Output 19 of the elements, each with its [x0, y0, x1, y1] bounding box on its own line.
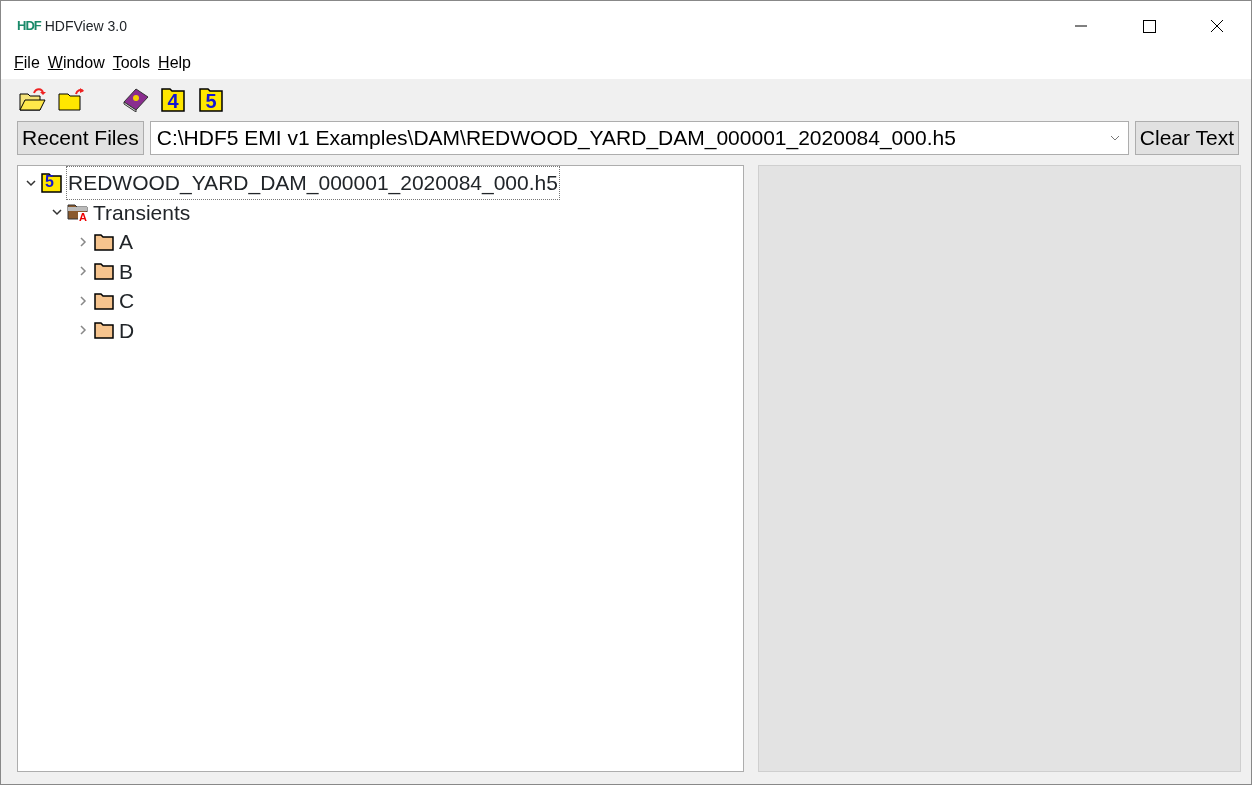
menu-item[interactable]: Window — [47, 51, 105, 75]
menu-item[interactable]: File — [14, 51, 40, 75]
tree-item[interactable]: D — [118, 314, 136, 346]
tree-item[interactable]: C — [118, 285, 136, 317]
close-icon[interactable] — [1209, 18, 1225, 34]
dropdown-icon[interactable] — [1109, 135, 1120, 141]
file-path-combo[interactable]: C:\HDF5 EMI v1 Examples\DAM\REDWOOD_YARD_DAM_000001_2020084_000.h5 — [149, 121, 1129, 155]
h5-file-icon: 5 — [40, 170, 64, 195]
tree-item[interactable]: A — [118, 226, 134, 258]
app-logo: HDF — [17, 17, 41, 36]
menu-item[interactable]: Help — [158, 51, 191, 75]
maximize-icon[interactable] — [1141, 18, 1157, 34]
recent-files-button[interactable]: Recent Files — [17, 121, 144, 155]
tree-item[interactable]: REDWOOD_YARD_DAM_000001_2020084_000.h5 — [66, 166, 560, 200]
open-folder-icon[interactable] — [17, 85, 49, 113]
tree-item[interactable]: B — [118, 255, 134, 287]
clear-text-button[interactable]: Clear Text — [1134, 121, 1239, 155]
window-title: HDFView 3.0 — [44, 16, 127, 36]
menu-item[interactable]: Tools — [112, 51, 151, 75]
